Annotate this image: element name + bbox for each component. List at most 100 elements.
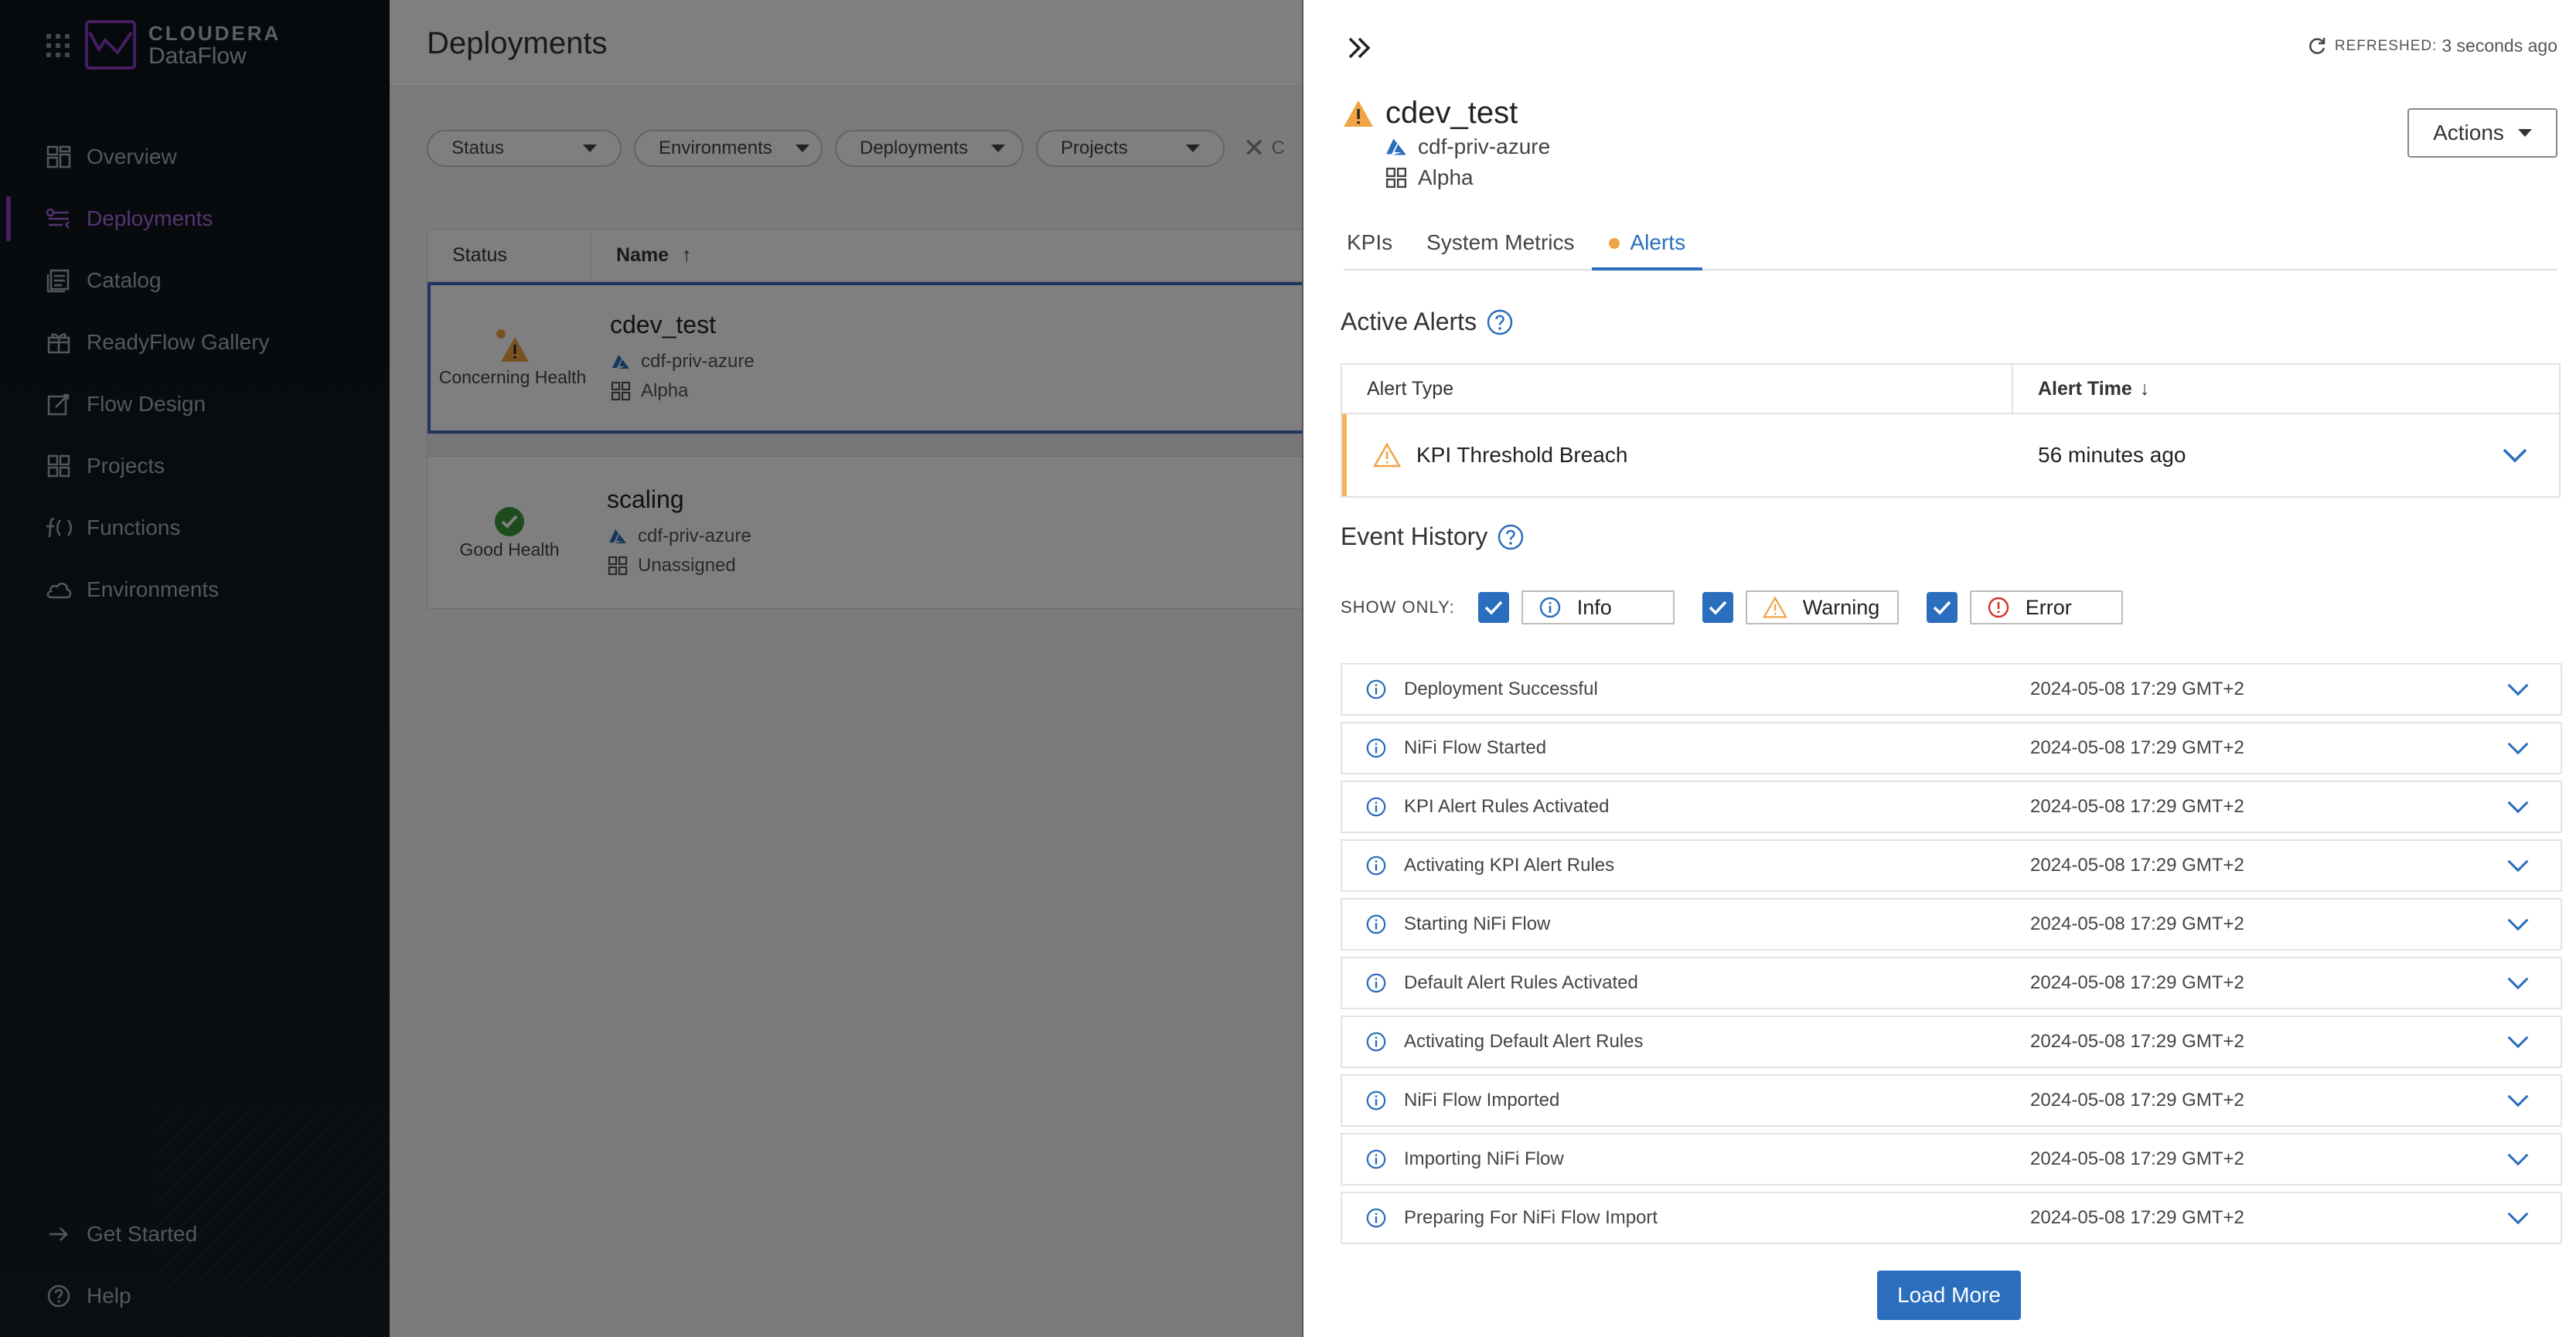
sort-descending-icon: ↓ [2139, 377, 2150, 400]
event-row[interactable]: Activating Default Alert Rules 2024-05-08… [1341, 1016, 2562, 1068]
chevron-down-icon[interactable] [2506, 858, 2530, 873]
event-title: KPI Alert Rules Activated [1404, 796, 1610, 817]
help-icon[interactable] [1497, 523, 1525, 551]
environment-name: cdf-priv-azure [1418, 134, 1551, 158]
event-row[interactable]: Starting NiFi Flow 2024-05-08 17:29 GMT+2 [1341, 898, 2562, 951]
project-icon [1384, 165, 1409, 190]
panel-environment: cdf-priv-azure [1384, 134, 1550, 159]
warning-filter-checkbox[interactable] [1702, 592, 1733, 623]
event-title: Activating KPI Alert Rules [1404, 855, 1615, 876]
panel-project: Alpha [1384, 165, 1474, 190]
double-chevron-right-icon [1348, 37, 1371, 59]
event-title: Importing NiFi Flow [1404, 1148, 1564, 1169]
event-row[interactable]: Preparing For NiFi Flow Import 2024-05-08… [1341, 1192, 2562, 1244]
chevron-down-icon[interactable] [2506, 1210, 2530, 1226]
collapse-panel-button[interactable] [1344, 32, 1375, 63]
deployment-detail-panel: REFRESHED: 3 seconds ago cdev_test cdf-p… [1302, 0, 2576, 1337]
azure-icon [1384, 134, 1409, 159]
event-row[interactable]: Importing NiFi Flow 2024-05-08 17:29 GMT+… [1341, 1133, 2562, 1186]
refreshed-value: 3 seconds ago [2441, 36, 2557, 56]
column-header-alert-type[interactable]: Alert Type [1342, 364, 2013, 413]
event-title: Preparing For NiFi Flow Import [1404, 1207, 1658, 1228]
column-label: Alert Time [2038, 377, 2132, 400]
column-header-alert-time[interactable]: Alert Time ↓ [2013, 378, 2149, 400]
info-icon [1365, 972, 1392, 994]
event-time: 2024-05-08 17:29 GMT+2 [2030, 1207, 2244, 1228]
project-name: Alpha [1418, 165, 1474, 189]
tab-alerts[interactable]: Alerts [1591, 224, 1703, 270]
refresh-status[interactable]: REFRESHED: 3 seconds ago [2307, 36, 2557, 56]
info-icon [1365, 1090, 1392, 1111]
table-header: Alert Type Alert Time ↓ [1342, 364, 2559, 414]
load-more-button[interactable]: Load More [1877, 1271, 2021, 1320]
deployment-title: cdev_test [1385, 96, 1518, 130]
event-history-heading: Event History [1341, 522, 1525, 551]
chevron-down-icon[interactable] [2506, 1034, 2530, 1050]
chevron-down-icon[interactable] [2506, 799, 2530, 815]
tab-label: Alerts [1630, 230, 1686, 254]
event-title: NiFi Flow Started [1404, 737, 1547, 758]
warning-outline-icon [1762, 596, 1787, 619]
info-icon [1365, 796, 1392, 818]
event-time: 2024-05-08 17:29 GMT+2 [2030, 1090, 2244, 1111]
event-row[interactable]: Deployment Successful 2024-05-08 17:29 GM… [1341, 663, 2562, 716]
modal-backdrop[interactable] [0, 0, 1302, 1337]
info-filter-chip[interactable]: Info [1521, 590, 1675, 624]
warning-filter-chip[interactable]: Warning [1745, 590, 1899, 624]
alert-row[interactable]: KPI Threshold Breach 56 minutes ago [1342, 414, 2559, 496]
error-filter-checkbox[interactable] [1926, 592, 1958, 623]
chevron-down-icon[interactable] [2502, 447, 2528, 464]
chevron-down-icon[interactable] [2506, 740, 2530, 756]
panel-tabs: KPIs System Metrics Alerts [1344, 224, 2557, 270]
event-time: 2024-05-08 17:29 GMT+2 [2030, 679, 2244, 699]
event-title: NiFi Flow Imported [1404, 1090, 1560, 1111]
event-time: 2024-05-08 17:29 GMT+2 [2030, 1148, 2244, 1169]
error-filter-chip[interactable]: Error [1969, 590, 2123, 624]
event-time: 2024-05-08 17:29 GMT+2 [2030, 913, 2244, 934]
alert-type: KPI Threshold Breach [1416, 443, 1628, 467]
info-icon [1538, 596, 1562, 619]
section-title: Active Alerts [1341, 308, 1477, 335]
chevron-down-icon[interactable] [2506, 975, 2530, 991]
tab-system-metrics[interactable]: System Metrics [1409, 224, 1591, 270]
event-type-filters: SHOW ONLY: Info Warning Error [1341, 590, 2123, 624]
event-time: 2024-05-08 17:29 GMT+2 [2030, 1031, 2244, 1052]
info-icon [1365, 855, 1392, 876]
event-row[interactable]: KPI Alert Rules Activated 2024-05-08 17:2… [1341, 781, 2562, 833]
event-time: 2024-05-08 17:29 GMT+2 [2030, 972, 2244, 993]
section-title: Event History [1341, 522, 1488, 550]
info-filter-checkbox[interactable] [1477, 592, 1509, 623]
info-icon [1365, 737, 1392, 759]
refreshed-label: REFRESHED: [2334, 37, 2438, 54]
alert-indicator-dot [1608, 238, 1620, 249]
event-time: 2024-05-08 17:29 GMT+2 [2030, 737, 2244, 758]
filter-label: Error [2025, 595, 2072, 619]
info-icon [1365, 1207, 1392, 1229]
filter-label: Warning [1802, 595, 1880, 619]
checkmark-icon [1484, 600, 1503, 615]
filter-label: Info [1576, 595, 1612, 619]
chevron-down-icon[interactable] [2506, 682, 2530, 697]
event-time: 2024-05-08 17:29 GMT+2 [2030, 855, 2244, 876]
event-title: Default Alert Rules Activated [1404, 972, 1638, 993]
event-time: 2024-05-08 17:29 GMT+2 [2030, 796, 2244, 817]
event-row[interactable]: NiFi Flow Imported 2024-05-08 17:29 GMT+2 [1341, 1074, 2562, 1127]
actions-label: Actions [2433, 121, 2504, 145]
event-row[interactable]: Activating KPI Alert Rules 2024-05-08 17:… [1341, 839, 2562, 892]
info-icon [1365, 679, 1392, 700]
caret-down-icon [2517, 129, 2532, 137]
event-title: Activating Default Alert Rules [1404, 1031, 1644, 1052]
event-row[interactable]: Default Alert Rules Activated 2024-05-08 … [1341, 957, 2562, 1009]
warning-outline-icon [1373, 442, 1401, 468]
tab-kpis[interactable]: KPIs [1344, 224, 1409, 270]
chevron-down-icon[interactable] [2506, 1093, 2530, 1108]
help-icon[interactable] [1486, 308, 1514, 336]
event-row[interactable]: NiFi Flow Started 2024-05-08 17:29 GMT+2 [1341, 722, 2562, 774]
actions-dropdown-button[interactable]: Actions [2407, 108, 2557, 158]
active-alerts-table: Alert Type Alert Time ↓ KPI Threshold Br… [1341, 363, 2561, 498]
chevron-down-icon[interactable] [2506, 917, 2530, 932]
error-icon [1987, 596, 2010, 619]
alert-type-cell: KPI Threshold Breach [1347, 442, 2013, 468]
event-history-list: Deployment Successful 2024-05-08 17:29 GM… [1341, 663, 2562, 1250]
chevron-down-icon[interactable] [2506, 1152, 2530, 1167]
